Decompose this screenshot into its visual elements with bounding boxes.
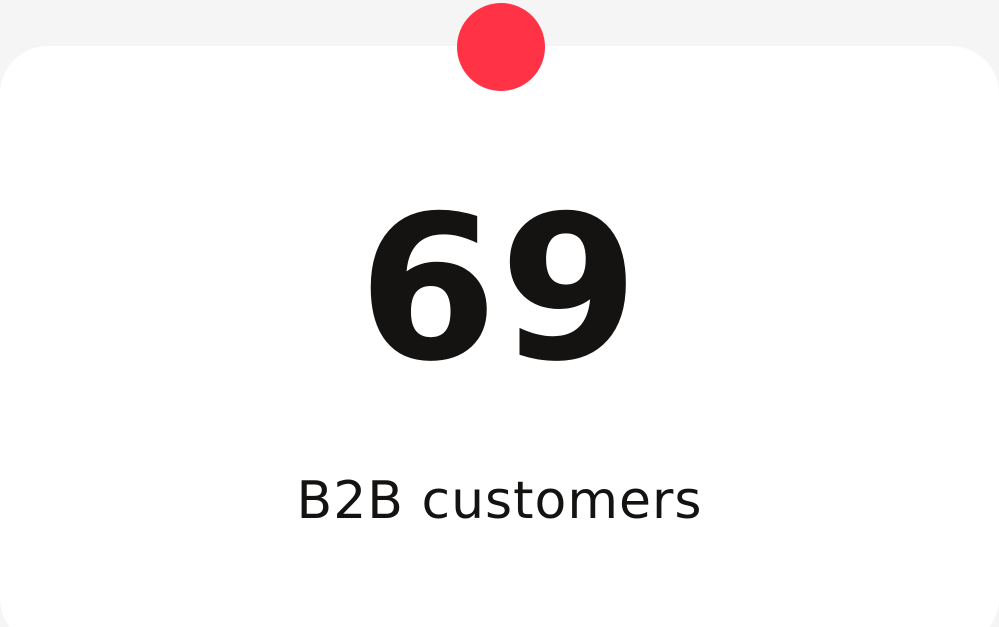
stat-value: 69 — [358, 173, 641, 406]
stat-card-container: 69 B2B customers — [0, 0, 999, 627]
stat-label: B2B customers — [296, 471, 703, 531]
red-dot-icon — [457, 3, 545, 91]
